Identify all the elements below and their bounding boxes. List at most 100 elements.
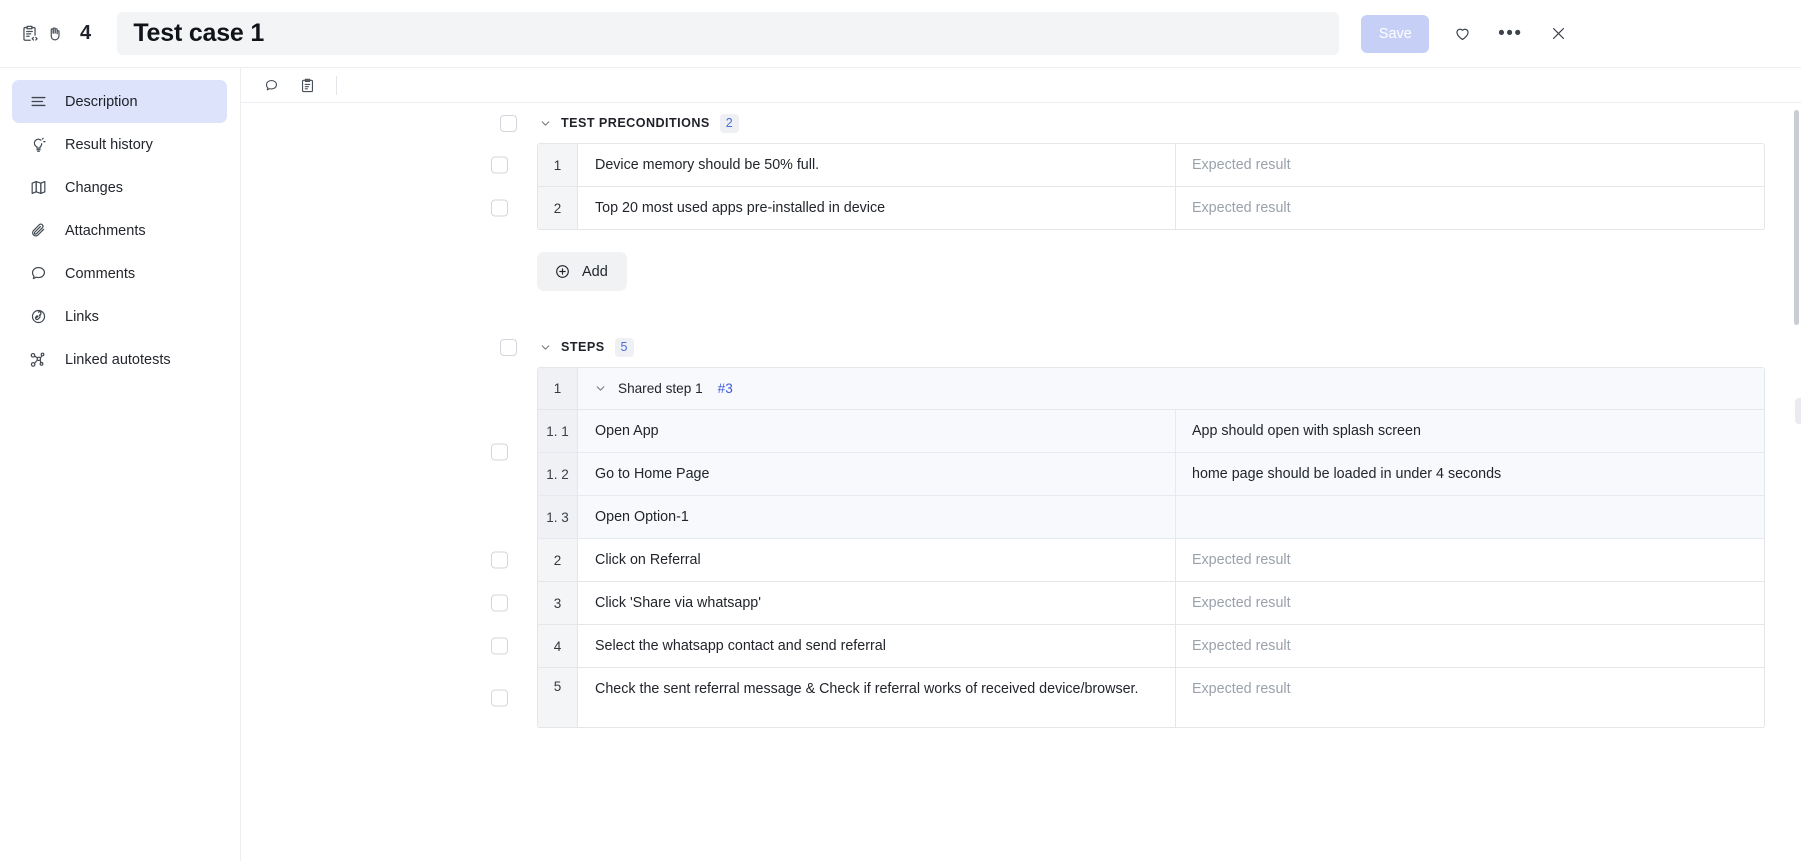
chevron-down-icon[interactable] (591, 380, 609, 398)
row-select-checkbox[interactable] (491, 156, 508, 174)
sidebar-item-linked-autotests[interactable]: Linked autotests (12, 338, 227, 381)
entity-number: 4 (80, 22, 92, 44)
top-bar-actions: ••• (1447, 19, 1573, 49)
row-expected-cell: home page should be loaded in under 4 se… (1176, 453, 1764, 495)
row-number: 1. 3 (538, 496, 578, 538)
hand-icon[interactable] (42, 21, 68, 47)
sidebar-item-description[interactable]: Description (12, 80, 227, 123)
sidebar-item-result-history[interactable]: Result history (12, 123, 227, 166)
row-expected-cell[interactable]: Expected result (1176, 539, 1764, 581)
vertical-scrollbar[interactable] (1794, 110, 1799, 325)
heart-icon[interactable] (1447, 19, 1477, 49)
row-select-checkbox[interactable] (491, 551, 508, 569)
title-value: Test case 1 (133, 19, 265, 47)
table-row[interactable]: 1. 1 Open App App should open with splas… (491, 410, 1764, 461)
add-button-label: Add (582, 263, 608, 280)
sidebar-item-changes[interactable]: Changes (12, 166, 227, 209)
section-select-checkbox[interactable] (500, 338, 517, 356)
shared-step-body: Shared step 1 #3 (578, 380, 1764, 398)
map-icon (28, 178, 48, 198)
description-lines-icon (28, 92, 48, 112)
clipboard-icon[interactable] (296, 74, 318, 96)
chevron-down-icon[interactable] (536, 114, 554, 132)
row-select-checkbox[interactable] (491, 689, 508, 706)
row-number: 3 (538, 582, 578, 624)
title-input[interactable]: Test case 1 (117, 12, 1340, 55)
table-row[interactable]: 2 Top 20 most used apps pre-installed in… (491, 187, 1764, 230)
row-number: 4 (538, 625, 578, 667)
ellipsis-icon[interactable]: ••• (1495, 19, 1525, 49)
row-expected-cell[interactable]: Expected result (1176, 144, 1764, 186)
table-row[interactable]: 1. 3 Open Option-1 (538, 496, 1764, 539)
sidebar-item-label: Result history (65, 136, 153, 153)
section-title: STEPS (561, 340, 605, 354)
toolbar-divider (336, 75, 337, 95)
add-precondition-button[interactable]: Add (537, 252, 627, 291)
close-icon[interactable] (1543, 19, 1573, 49)
row-action-cell[interactable]: Device memory should be 50% full. (578, 144, 1176, 186)
row-number: 1. 2 (538, 453, 578, 495)
table-row[interactable]: 4 Select the whatsapp contact and send r… (491, 625, 1764, 668)
row-number: 1 (538, 144, 578, 186)
clipboard-code-icon[interactable] (16, 21, 42, 47)
row-number: 2 (538, 187, 578, 229)
row-expected-cell[interactable]: Expected result (1176, 625, 1764, 667)
row-number: 1. 1 (538, 410, 578, 452)
row-action-cell: Go to Home Page (578, 453, 1176, 495)
shared-step-label: Shared step 1 (618, 381, 703, 396)
row-select-checkbox[interactable] (491, 637, 508, 655)
section-header-steps: STEPS 5 (241, 327, 1801, 367)
table-row[interactable]: 3 Click 'Share via whatsapp' Expected re… (491, 582, 1764, 625)
row-number: 1 (538, 368, 578, 409)
table-row[interactable]: 2 Click on Referral Expected result (491, 539, 1764, 582)
sidebar: Description Result history Changes Attac… (0, 68, 241, 861)
bulb-icon (28, 135, 48, 155)
panel-resize-handle[interactable] (1795, 398, 1801, 424)
row-action-cell[interactable]: Click on Referral (578, 539, 1176, 581)
sidebar-item-label: Links (65, 308, 99, 325)
save-button[interactable]: Save (1361, 14, 1430, 53)
row-action-cell: Open App (578, 410, 1176, 452)
row-action-cell[interactable]: Top 20 most used apps pre-installed in d… (578, 187, 1176, 229)
section-select-checkbox[interactable] (500, 114, 517, 132)
top-bar: 4 Test case 1 Save ••• (0, 0, 1801, 68)
row-select-checkbox[interactable] (491, 594, 508, 612)
row-expected-cell[interactable]: Expected result (1176, 187, 1764, 229)
sidebar-item-attachments[interactable]: Attachments (12, 209, 227, 252)
section-count-badge: 5 (614, 337, 634, 357)
sidebar-item-comments[interactable]: Comments (12, 252, 227, 295)
row-expected-cell[interactable]: Expected result (1176, 582, 1764, 624)
preconditions-table: 1 Device memory should be 50% full. Expe… (491, 143, 1765, 230)
paperclip-icon (28, 221, 48, 241)
row-action-cell: Open Option-1 (578, 496, 1176, 538)
content-toolbar (241, 68, 1801, 103)
row-action-cell[interactable]: Select the whatsapp contact and send ref… (578, 625, 1176, 667)
node-graph-icon (28, 350, 48, 370)
shared-step-header[interactable]: 1 Shared step 1 #3 (538, 368, 1764, 410)
table-row[interactable]: 1 Device memory should be 50% full. Expe… (491, 144, 1764, 187)
link-icon (28, 307, 48, 327)
table-row[interactable]: 1. 2 Go to Home Page home page should be… (538, 453, 1764, 496)
sidebar-item-links[interactable]: Links (12, 295, 227, 338)
sidebar-item-label: Changes (65, 179, 124, 196)
plus-circle-icon (553, 263, 571, 281)
row-select-checkbox[interactable] (491, 443, 508, 461)
chevron-down-icon[interactable] (536, 338, 554, 356)
row-select-checkbox[interactable] (491, 199, 508, 217)
shared-step-reference-link[interactable]: #3 (718, 381, 733, 396)
row-action-cell[interactable]: Click 'Share via whatsapp' (578, 582, 1176, 624)
row-expected-cell: App should open with splash screen (1176, 410, 1764, 452)
sidebar-item-label: Description (65, 93, 138, 110)
sidebar-item-label: Linked autotests (65, 351, 171, 368)
section-count-badge: 2 (719, 113, 739, 133)
table-row[interactable]: 5 Check the sent referral message & Chec… (491, 668, 1764, 728)
row-expected-cell[interactable]: Expected result (1176, 668, 1764, 727)
body: Description Result history Changes Attac… (0, 68, 1801, 861)
row-action-cell[interactable]: Check the sent referral message & Check … (578, 668, 1176, 727)
section-header-preconditions: TEST PRECONDITIONS 2 (241, 103, 1801, 143)
comment-bubble-icon[interactable] (260, 74, 282, 96)
row-number: 5 (538, 668, 578, 727)
content-area: TEST PRECONDITIONS 2 1 Device memory sho… (241, 103, 1801, 728)
row-number: 2 (538, 539, 578, 581)
main-panel: TEST PRECONDITIONS 2 1 Device memory sho… (241, 68, 1801, 861)
